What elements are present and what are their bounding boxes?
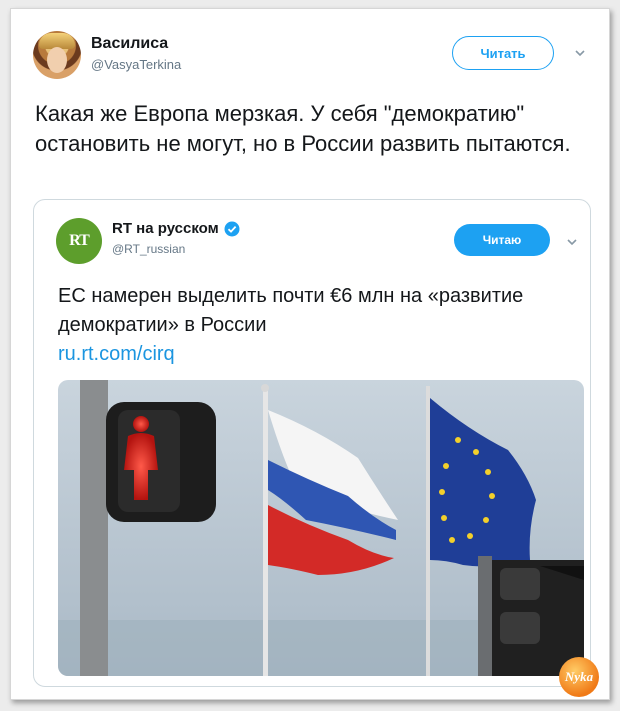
quoted-author-name[interactable]: RT на русском xyxy=(112,220,240,237)
avatar-face xyxy=(47,47,67,73)
rt-logo[interactable]: RT xyxy=(56,218,102,264)
author-name[interactable]: Василиса xyxy=(91,35,168,53)
rt-logo-text: RT xyxy=(69,232,90,249)
follow-button[interactable]: Читать xyxy=(452,36,554,70)
quoted-author-handle[interactable]: @RT_russian xyxy=(112,242,185,256)
quoted-tweet[interactable]: RT RT на русском @RT_russian Читаю ЕС на… xyxy=(33,199,591,687)
quoted-chevron-down-icon[interactable] xyxy=(566,236,578,248)
watermark-logo: Nyka xyxy=(559,657,599,697)
chevron-down-icon[interactable] xyxy=(574,47,586,59)
author-handle[interactable]: @VasyaTerkina xyxy=(91,57,181,72)
quoted-author-label: RT на русском xyxy=(112,220,219,237)
quoted-link[interactable]: ru.rt.com/cirq xyxy=(58,340,175,369)
tweet-text: Какая же Европа мерзкая. У себя "демокра… xyxy=(35,101,571,156)
flags-photo[interactable] xyxy=(58,380,584,676)
following-button[interactable]: Читаю xyxy=(454,224,550,256)
verified-icon xyxy=(224,221,240,236)
author-avatar[interactable] xyxy=(33,31,81,79)
tweet-card: Василиса @VasyaTerkina Читать Какая же Е… xyxy=(10,8,610,700)
quoted-text: ЕС намерен выделить почти €6 млн на «раз… xyxy=(58,285,524,336)
